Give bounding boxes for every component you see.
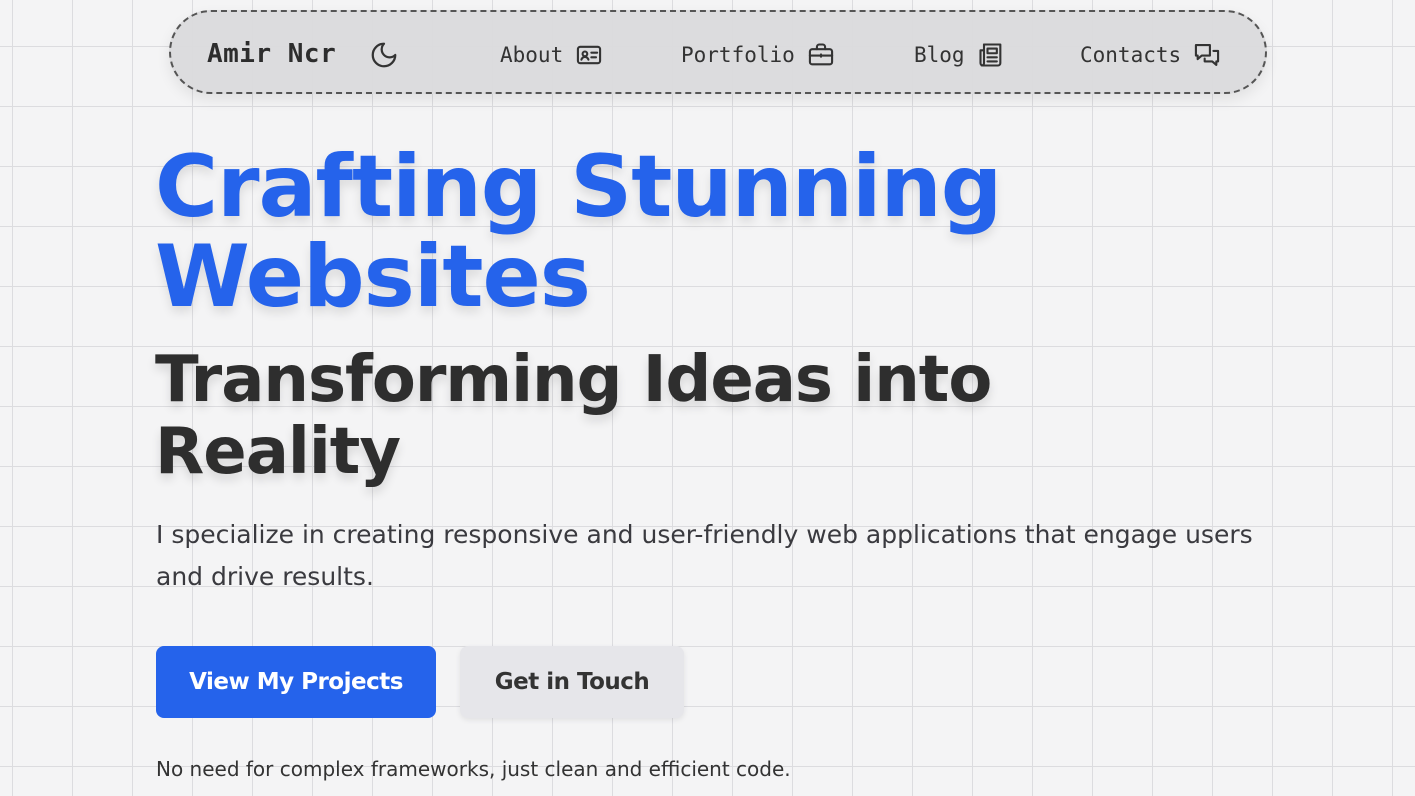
nav-item-blog[interactable]: Blog xyxy=(914,40,1005,70)
nav-item-label: Portfolio xyxy=(681,43,795,67)
view-projects-button[interactable]: View My Projects xyxy=(156,646,436,718)
hero-subtitle: Transforming Ideas into Reality xyxy=(155,343,992,489)
id-card-icon xyxy=(577,45,602,65)
hero-description: I specialize in creating responsive and … xyxy=(156,520,1253,591)
navbar: Amir Ncr About Portfolio Blog Contacts xyxy=(169,10,1267,94)
hero-title: Crafting Stunning Websites xyxy=(155,137,1002,327)
brand-logo[interactable]: Amir Ncr xyxy=(207,36,336,72)
hero-note: No need for complex frameworks, just cle… xyxy=(156,757,791,781)
chat-bubbles-icon xyxy=(1195,44,1220,66)
newspaper-icon xyxy=(979,43,1001,67)
nav-item-label: Contacts xyxy=(1080,43,1182,67)
theme-toggle-button[interactable] xyxy=(369,40,399,70)
nav-item-label: About xyxy=(500,43,564,67)
moon-icon xyxy=(371,42,397,68)
nav-item-about[interactable]: About xyxy=(500,40,603,70)
briefcase-icon xyxy=(808,43,833,66)
nav-item-label: Blog xyxy=(914,43,965,67)
nav-item-portfolio[interactable]: Portfolio xyxy=(681,40,835,70)
nav-item-contacts[interactable]: Contacts xyxy=(1080,40,1221,70)
get-in-touch-button[interactable]: Get in Touch xyxy=(460,646,684,718)
